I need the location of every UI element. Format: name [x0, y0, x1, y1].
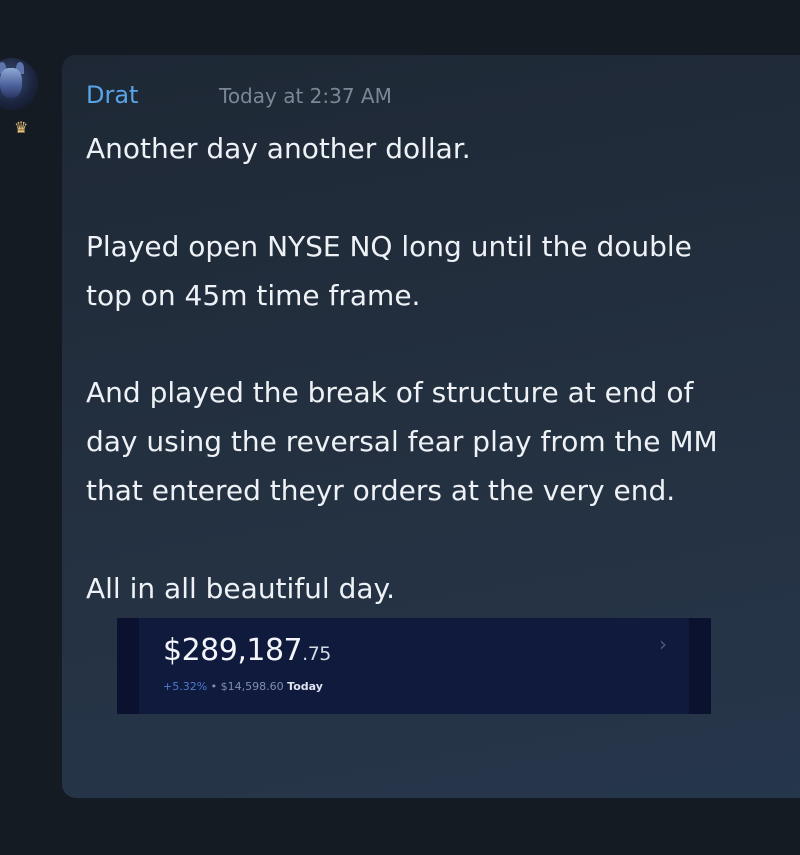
change-percent: +5.32% — [163, 680, 208, 693]
message-line: All in all beautiful day. — [86, 572, 396, 605]
change-amount: $14,598.60 — [220, 680, 284, 693]
balance-cents: .75 — [302, 643, 331, 665]
crown-icon: ♛ — [14, 118, 29, 137]
balance-dollars: $289,187 — [163, 633, 303, 668]
message-line: Played open NYSE NQ long until the doubl… — [86, 230, 692, 263]
message-line: Another day another dollar. — [86, 132, 471, 165]
change-separator: • — [210, 680, 218, 693]
portfolio-balance: $289,187.75 — [163, 633, 331, 668]
raccoon-avatar-icon — [0, 68, 22, 98]
message-line: that entered theyr orders at the very en… — [86, 474, 676, 507]
portfolio-screenshot-embed[interactable]: $289,187.75 +5.32% • $14,598.60 Today › — [117, 618, 711, 714]
message-line: top on 45m time frame. — [86, 279, 421, 312]
user-avatar[interactable] — [0, 58, 38, 110]
chevron-right-icon: › — [659, 632, 667, 656]
change-period: Today — [287, 680, 323, 693]
message-line: day using the reversal fear play from th… — [86, 425, 718, 458]
author-name[interactable]: Drat — [86, 80, 138, 110]
daily-change: +5.32% • $14,598.60 Today — [163, 680, 323, 693]
message-timestamp: Today at 2:37 AM — [219, 84, 392, 108]
message-line: And played the break of structure at end… — [86, 376, 694, 409]
